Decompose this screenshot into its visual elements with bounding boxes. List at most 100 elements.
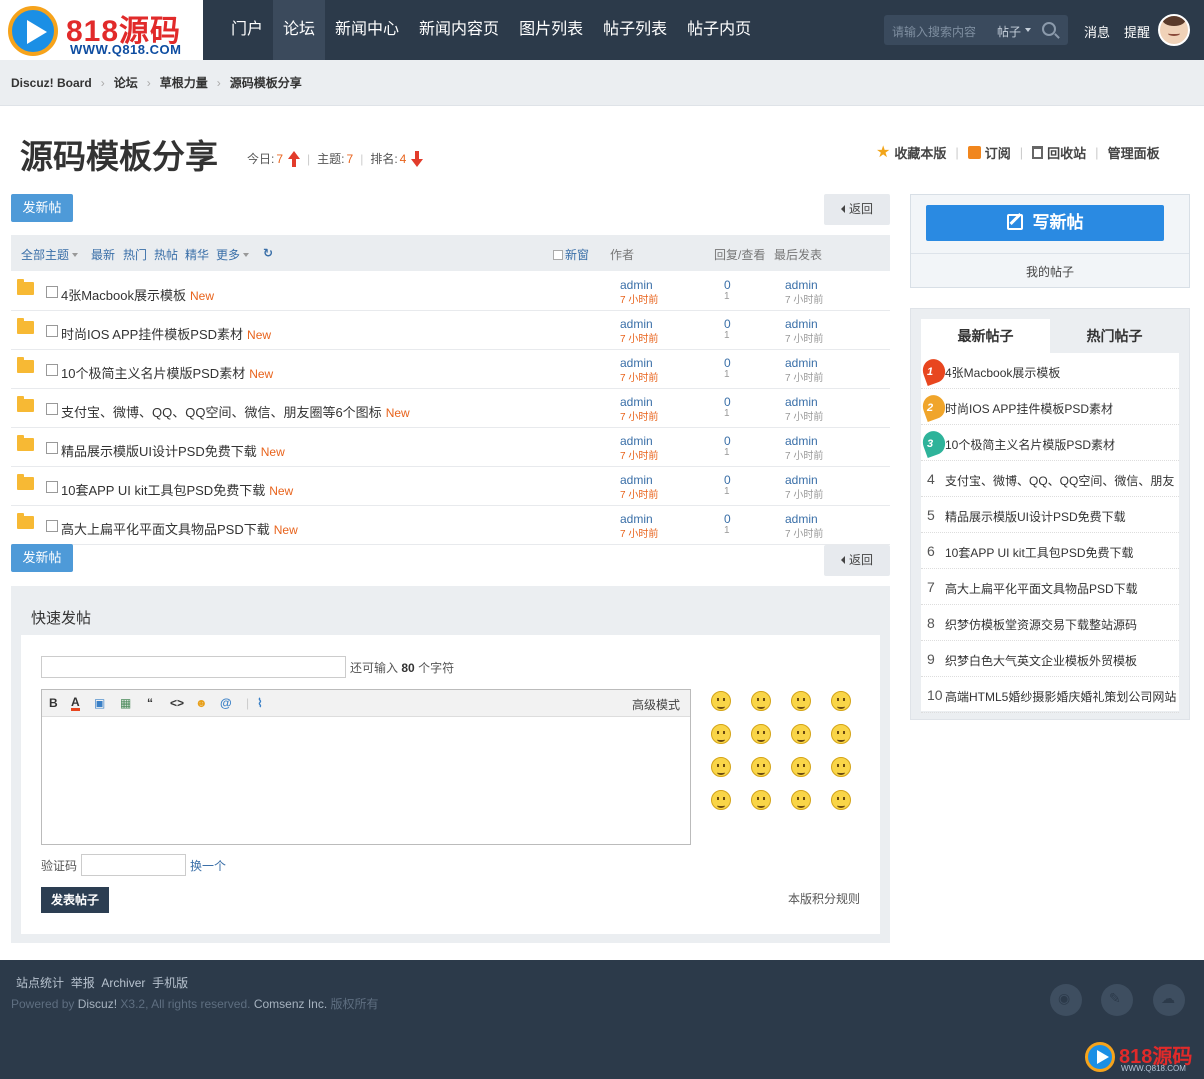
rss-icon[interactable] (967, 145, 981, 159)
remind-link[interactable]: 提醒 (1124, 22, 1150, 41)
ranking-thread-link[interactable]: 织梦白色大气英文企业模板外贸模板 (945, 652, 1137, 669)
thread-author[interactable]: admin (620, 395, 653, 409)
list-item[interactable]: 4 支付宝、微博、QQ、QQ空间、微信、朋友 (921, 461, 1179, 497)
breadcrumb-group[interactable]: 草根力量 (160, 74, 208, 91)
thread-author[interactable]: admin (620, 434, 653, 448)
subscribe-link[interactable]: 订阅 (985, 143, 1011, 162)
thread-author[interactable]: admin (620, 278, 653, 292)
ranking-thread-link[interactable]: 支付宝、微博、QQ、QQ空间、微信、朋友 (945, 472, 1174, 489)
list-item[interactable]: 3 10个极简主义名片模版PSD素材 (921, 425, 1179, 461)
list-item[interactable]: 9 织梦白色大气英文企业模板外贸模板 (921, 641, 1179, 677)
folder-icon[interactable] (17, 396, 34, 412)
thread-checkbox[interactable] (46, 520, 58, 532)
thread-author[interactable]: admin (620, 512, 653, 526)
smiley-icon[interactable] (831, 757, 851, 777)
new-window-toggle[interactable]: 新窗 (553, 246, 589, 263)
thread-checkbox[interactable] (46, 286, 58, 298)
bold-icon[interactable]: B (49, 696, 58, 710)
folder-icon[interactable] (17, 318, 34, 334)
my-threads-link[interactable]: 我的帖子 (911, 263, 1189, 280)
smiley-icon[interactable] (791, 724, 811, 744)
thread-last-user[interactable]: admin (785, 434, 818, 448)
favorite-forum-link[interactable]: 收藏本版 (894, 143, 946, 162)
thread-last-user[interactable]: admin (785, 395, 818, 409)
list-item[interactable]: 7 高大上扁平化平面文具物品PSD下载 (921, 569, 1179, 605)
weibo-icon[interactable]: ◉ (1050, 984, 1082, 1016)
thread-last-user[interactable]: admin (785, 278, 818, 292)
nav-thread-list[interactable]: 帖子列表 (593, 0, 677, 60)
filter-hotpost[interactable]: 热帖 (154, 246, 178, 263)
discuz-link[interactable]: Discuz! (78, 997, 117, 1011)
list-item[interactable]: 10 高端HTML5婚纱摄影婚庆婚礼策划公司网站 (921, 677, 1179, 713)
thread-checkbox[interactable] (46, 364, 58, 376)
smiley-icon[interactable] (711, 757, 731, 777)
filter-hot[interactable]: 热门 (123, 246, 147, 263)
thread-replies[interactable]: 0 (724, 278, 731, 292)
thread-checkbox[interactable] (46, 442, 58, 454)
smiley-icon[interactable] (711, 790, 731, 810)
nav-portal[interactable]: 门户 (221, 0, 273, 60)
messages-link[interactable]: 消息 (1084, 22, 1110, 41)
thread-checkbox[interactable] (46, 325, 58, 337)
thread-last-user[interactable]: admin (785, 317, 818, 331)
list-item[interactable]: 2 时尚IOS APP挂件模板PSD素材 (921, 389, 1179, 425)
search-icon[interactable] (1042, 22, 1056, 36)
footer-report-link[interactable]: 举报 (71, 976, 95, 990)
cloud-icon[interactable]: ☁ (1153, 984, 1185, 1016)
breadcrumb-home[interactable]: Discuz! Board (11, 76, 92, 90)
ranking-thread-link[interactable]: 织梦仿模板堂资源交易下载整站源码 (945, 616, 1137, 633)
thread-title-link[interactable]: 高大上扁平化平面文具物品PSD下载 New (61, 519, 298, 538)
nav-image-list[interactable]: 图片列表 (509, 0, 593, 60)
recycle-bin-link[interactable]: 回收站 (1047, 143, 1086, 162)
thread-title-link[interactable]: 10套APP UI kit工具包PSD免费下载 New (61, 480, 293, 499)
smiley-icon[interactable] (751, 790, 771, 810)
smiley-icon[interactable] (711, 691, 731, 711)
search-type-select[interactable]: 帖子 (997, 23, 1021, 40)
ranking-thread-link[interactable]: 时尚IOS APP挂件模板PSD素材 (945, 400, 1113, 417)
folder-icon[interactable] (17, 474, 34, 490)
folder-icon[interactable] (17, 357, 34, 373)
ranking-thread-link[interactable]: 10套APP UI kit工具包PSD免费下载 (945, 544, 1134, 561)
image-icon[interactable]: ▣ (94, 696, 105, 710)
new-post-button-top[interactable]: 发新帖 (11, 194, 73, 222)
write-new-post-button[interactable]: 写新帖 (926, 205, 1164, 241)
thread-replies[interactable]: 0 (724, 434, 731, 448)
comsenz-link[interactable]: Comsenz Inc. (254, 997, 327, 1011)
tab-hot-threads[interactable]: 热门帖子 (1050, 319, 1179, 353)
breadcrumb-forum[interactable]: 论坛 (114, 74, 138, 91)
refresh-icon[interactable]: ↻ (263, 246, 273, 260)
trash-icon[interactable] (1032, 145, 1044, 159)
thread-title-link[interactable]: 4张Macbook展示模板 New (61, 285, 214, 304)
quote-icon[interactable]: “ (147, 696, 153, 710)
smiley-icon[interactable] (791, 790, 811, 810)
thread-author[interactable]: admin (620, 356, 653, 370)
thread-author[interactable]: admin (620, 473, 653, 487)
ranking-thread-link[interactable]: 高大上扁平化平面文具物品PSD下载 (945, 580, 1138, 597)
site-logo[interactable]: 818源码 WWW.Q818.COM (0, 0, 203, 60)
folder-icon[interactable] (17, 513, 34, 529)
filter-digest[interactable]: 精华 (185, 246, 209, 263)
captcha-input[interactable] (81, 854, 186, 876)
smiley-icon[interactable] (831, 724, 851, 744)
thread-author[interactable]: admin (620, 317, 653, 331)
nav-news-center[interactable]: 新闻中心 (325, 0, 409, 60)
chevron-down-icon[interactable] (1025, 28, 1031, 32)
folder-icon[interactable] (17, 279, 34, 295)
list-item[interactable]: 6 10套APP UI kit工具包PSD免费下载 (921, 533, 1179, 569)
post-editor[interactable]: B A ▣ ▦ “ <> ☻ @ | ⌇ 高级模式 (41, 689, 691, 845)
thread-last-user[interactable]: admin (785, 473, 818, 487)
smiley-icon[interactable] (831, 691, 851, 711)
avatar[interactable] (1158, 14, 1190, 46)
thread-checkbox[interactable] (46, 403, 58, 415)
thread-replies[interactable]: 0 (724, 395, 731, 409)
attachment-icon[interactable]: ⌇ (257, 696, 263, 710)
thread-last-user[interactable]: admin (785, 356, 818, 370)
breadcrumb-current[interactable]: 源码模板分享 (230, 74, 302, 91)
smiley-icon[interactable] (751, 757, 771, 777)
list-item[interactable]: 1 4张Macbook展示模板 (921, 353, 1179, 389)
smiley-icon[interactable] (831, 790, 851, 810)
thread-replies[interactable]: 0 (724, 356, 731, 370)
new-post-button-bottom[interactable]: 发新帖 (11, 544, 73, 572)
thread-title-link[interactable]: 支付宝、微博、QQ、QQ空间、微信、朋友圈等6个图标 New (61, 402, 410, 421)
filter-all[interactable]: 全部主题 (21, 246, 79, 263)
